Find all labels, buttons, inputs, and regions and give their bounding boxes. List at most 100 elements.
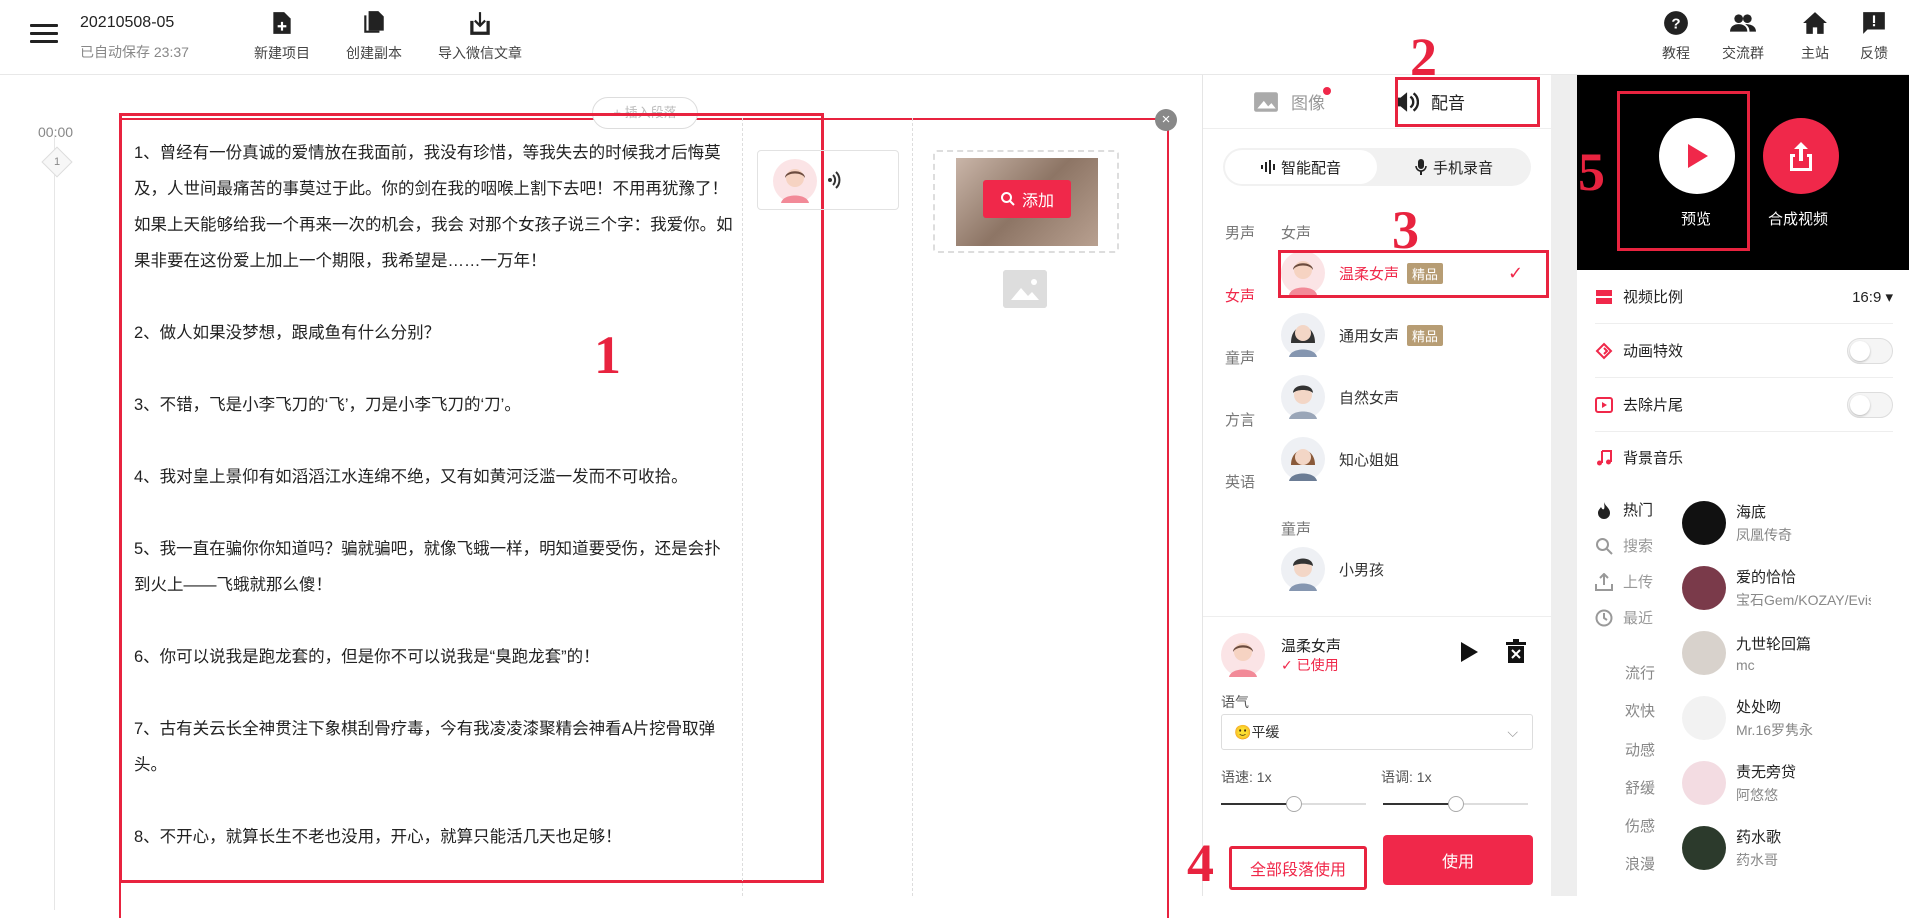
trash-icon[interactable] (1505, 639, 1527, 663)
category-dialect[interactable]: 方言 (1225, 409, 1255, 430)
song-cover (1682, 566, 1726, 610)
annotation-number: 3 (1392, 200, 1419, 260)
preview-button[interactable] (1659, 118, 1735, 194)
category-male[interactable]: 男声 (1225, 222, 1255, 243)
music-cat-search[interactable]: 搜索 (1595, 535, 1653, 556)
pitch-slider-fill (1383, 803, 1456, 805)
annotation-number: 4 (1187, 833, 1214, 893)
compose-video-button[interactable] (1763, 118, 1839, 194)
chevron-down-icon: ⌵ (1507, 724, 1518, 740)
female-avatar-icon (773, 159, 817, 203)
close-segment-icon[interactable]: × (1155, 109, 1177, 131)
tone-emoji-icon: 🙂 (1234, 723, 1252, 740)
menu-icon[interactable] (30, 24, 58, 48)
song-item[interactable]: 海底 凤凰传奇 (1682, 501, 1792, 545)
music-cat-hot[interactable]: 热门 (1595, 499, 1653, 520)
save-status: 已自动保存 23:37 (80, 44, 189, 60)
music-subcat[interactable]: 欢快 (1625, 700, 1655, 721)
music-subcat[interactable]: 伤感 (1625, 815, 1655, 836)
pitch-slider-knob[interactable] (1447, 796, 1464, 812)
song-item[interactable]: 责无旁贷 阿悠悠 (1682, 761, 1796, 805)
voice-item[interactable]: 自然女声 (1281, 375, 1399, 419)
project-title[interactable]: 20210508-05 (80, 14, 174, 32)
paragraph-textarea[interactable]: 1、曾经有一份真诚的爱情放在我面前，我没有珍惜，等我失去的时候我才后悔莫及，人世… (134, 135, 734, 891)
import-icon (470, 12, 490, 35)
animation-toggle[interactable] (1847, 338, 1893, 364)
home-label: 主站 (1801, 45, 1829, 61)
animation-icon (1595, 342, 1613, 359)
song-artist: 凤凰传奇 (1736, 527, 1792, 543)
pitch-slider[interactable] (1383, 796, 1528, 812)
music-subcat[interactable]: 浪漫 (1625, 853, 1655, 874)
current-voice-status: ✓ 已使用 (1281, 655, 1339, 675)
apply-button[interactable]: 使用 (1383, 835, 1533, 885)
music-cat-upload[interactable]: 上传 (1595, 571, 1653, 592)
import-wechat-button[interactable]: 导入微信文章 (438, 10, 522, 63)
annotation-number: 5 (1578, 142, 1605, 202)
new-project-button[interactable]: 新建项目 (254, 10, 310, 63)
play-icon[interactable] (1459, 641, 1479, 663)
video-ratio-row[interactable]: 视频比例 16:9 ▾ (1595, 270, 1893, 324)
speed-slider[interactable] (1221, 796, 1366, 812)
phone-record-button[interactable]: 手机录音 (1379, 150, 1529, 184)
category-english[interactable]: 英语 (1225, 471, 1255, 492)
music-subcat[interactable]: 舒缓 (1625, 777, 1655, 798)
song-artist: Mr.16罗隽永 (1736, 722, 1814, 738)
paragraph: 4、我对皇上景仰有如滔滔江水连绵不绝，又有如黄河泛滥一发而不可收拾。 (134, 468, 688, 486)
home-button[interactable]: 主站 (1801, 10, 1829, 63)
remove-tail-toggle[interactable] (1847, 392, 1893, 418)
paragraph: 2、做人如果没梦想，跟咸鱼有什么分别？ (134, 324, 441, 342)
tone-value: 平缓 (1251, 724, 1280, 740)
tone-select[interactable]: 🙂 平缓 ⌵ (1221, 714, 1533, 750)
preview-label: 预览 (1681, 211, 1712, 228)
tab-image[interactable]: 图像 (1253, 75, 1331, 128)
speed-slider-knob[interactable] (1285, 796, 1302, 812)
voice-panel: 图像 配音 智能配音 手机录音 男声 女声 童声 方言 英语 女声 温柔女声 精… (1202, 75, 1552, 896)
segment-voice-chip[interactable] (757, 150, 899, 210)
video-ratio-value-text: 16:9 (1852, 288, 1882, 306)
new-project-label: 新建项目 (254, 45, 310, 61)
song-artist: 宝石Gem/KOZAY/Evis... (1736, 592, 1871, 608)
paragraph: 8、不开心，就算长生不老也没用，开心，就算只能活几天也足够！ (134, 828, 622, 846)
voice-item[interactable]: 通用女声 精品 (1281, 313, 1444, 357)
divider (1203, 128, 1552, 129)
image-placeholder-icon[interactable] (1003, 270, 1047, 308)
bg-music-header: 背景音乐 (1595, 447, 1683, 468)
music-cat-label: 热门 (1623, 502, 1654, 519)
song-title: 爱的恰恰 (1736, 569, 1797, 586)
song-title: 药水歌 (1736, 829, 1782, 846)
duplicate-button[interactable]: 创建副本 (346, 10, 402, 63)
media-slot[interactable]: 添加 (933, 150, 1119, 253)
apply-all-button[interactable]: 全部段落使用 (1229, 846, 1367, 890)
song-item[interactable]: 爱的恰恰宝石Gem/KOZAY/Evis... (1682, 566, 1871, 610)
video-ratio-value[interactable]: 16:9 ▾ (1852, 288, 1893, 306)
voice-item[interactable]: 知心姐姐 (1281, 437, 1399, 481)
column-divider (742, 118, 743, 896)
music-cat-label: 上传 (1623, 574, 1654, 591)
image-icon (1254, 91, 1278, 112)
music-subcat[interactable]: 流行 (1625, 662, 1655, 683)
tutorial-button[interactable]: ? 教程 (1662, 10, 1690, 63)
song-artist: mc (1736, 657, 1755, 673)
song-item[interactable]: 九世轮回篇 mc (1682, 631, 1811, 675)
smart-voice-button[interactable]: 智能配音 (1225, 150, 1377, 184)
music-cat-recent[interactable]: 最近 (1595, 607, 1653, 628)
category-female[interactable]: 女声 (1225, 285, 1255, 306)
voice-name: 通用女声 (1339, 327, 1400, 345)
add-media-button[interactable]: 添加 (983, 180, 1071, 218)
music-subcat[interactable]: 动感 (1625, 739, 1655, 760)
voice-item[interactable]: 小男孩 (1281, 547, 1384, 591)
community-label: 交流群 (1722, 45, 1764, 61)
voice-name: 自然女声 (1339, 389, 1400, 407)
feedback-button[interactable]: 反馈 (1860, 10, 1888, 63)
song-item[interactable]: 处处吻 Mr.16罗隽永 (1682, 696, 1813, 740)
community-button[interactable]: 交流群 (1722, 10, 1764, 63)
paragraph: 5、我一直在骗你你知道吗？骗就骗吧，就像飞蛾一样，明知道要受伤，还是会扑到火上—… (134, 540, 721, 594)
voice-name: 知心姐姐 (1339, 451, 1400, 469)
feedback-label: 反馈 (1860, 45, 1888, 61)
song-item[interactable]: 药水歌 药水哥 (1682, 826, 1781, 870)
female-avatar-icon (1281, 437, 1325, 481)
segment-number: 1 (41, 146, 73, 178)
timeline (54, 135, 55, 910)
category-child[interactable]: 童声 (1225, 347, 1255, 368)
